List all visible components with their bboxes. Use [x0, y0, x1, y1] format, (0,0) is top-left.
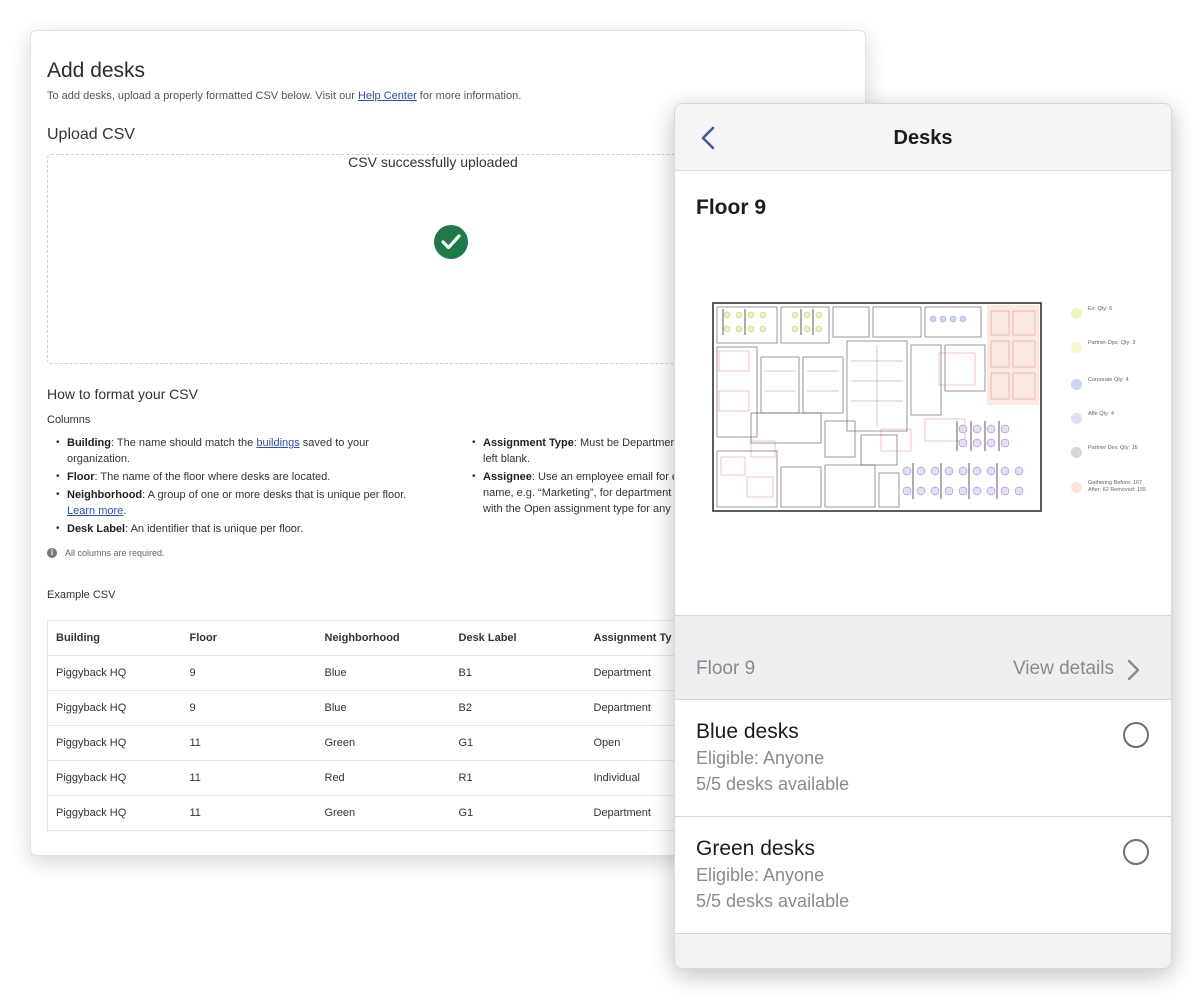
- intro-text-start: To add desks, upload a properly formatte…: [47, 90, 359, 102]
- table-cell: Piggyback HQ: [47, 760, 182, 796]
- legend-label: Gathering Before: 167 After: 62 Removed:…: [1088, 480, 1147, 493]
- column-desc: : An identifier that is unique per floor…: [125, 523, 304, 535]
- legend-label: Ex. Qty: 6: [1088, 306, 1113, 312]
- floor-plan-image[interactable]: [711, 301, 1043, 513]
- table-cell: G1: [450, 725, 586, 761]
- table-cell: 9: [181, 655, 317, 691]
- legend-item: Partner Ops. Qty: 3: [1071, 340, 1150, 353]
- column-desc: left blank.: [483, 453, 531, 465]
- legend-swatch: [1071, 447, 1082, 458]
- select-radio[interactable]: [1123, 839, 1149, 865]
- legend-swatch: [1071, 482, 1082, 493]
- list-item[interactable]: Blue desks Eligible: Anyone 5/5 desks av…: [675, 700, 1171, 817]
- table-cell: 11: [181, 795, 317, 831]
- column-building: Building: The name should match the buil…: [51, 435, 431, 467]
- mobile-desks-screen: Desks Floor 9 Ex. Qty: 6 Partner Ops. Qt…: [674, 103, 1172, 969]
- header-building: Building: [47, 620, 182, 656]
- column-neighborhood: Neighborhood: A group of one or more des…: [51, 487, 431, 519]
- legend-item: Gathering Before: 167 After: 62 Removed:…: [1071, 480, 1150, 494]
- table-cell: Piggyback HQ: [47, 690, 182, 726]
- table-cell: Piggyback HQ: [47, 655, 182, 691]
- table-cell: R1: [450, 760, 586, 796]
- legend-item: Partner Dev. Qty: 15: [1071, 445, 1150, 458]
- column-desc: : A group of one or more desks that is u…: [142, 489, 407, 501]
- success-check-icon: [434, 225, 468, 259]
- legend-label: Affe Qty: 4: [1088, 411, 1114, 417]
- columns-label: Columns: [47, 414, 91, 426]
- required-note: i All columns are required.: [47, 548, 165, 558]
- required-note-text: All columns are required.: [65, 548, 165, 558]
- learn-more-link[interactable]: Learn more: [67, 505, 123, 517]
- desk-name: Green desks: [696, 837, 816, 860]
- desk-availability: 5/5 desks available: [696, 774, 850, 794]
- legend-label: Partner Ops. Qty: 3: [1088, 340, 1136, 346]
- list-item[interactable]: Green desks Eligible: Anyone 5/5 desks a…: [675, 817, 1171, 934]
- desk-eligibility: Eligible: Anyone: [696, 865, 825, 885]
- legend-swatch: [1071, 379, 1082, 390]
- column-desk-label: Desk Label: An identifier that is unique…: [51, 521, 431, 537]
- detail-floor-label: Floor 9: [696, 658, 756, 679]
- column-name: Desk Label: [67, 523, 126, 535]
- column-desc: with the Open assignment type for any: [483, 503, 671, 515]
- desk-availability: 5/5 desks available: [696, 891, 850, 911]
- legend-swatch: [1071, 413, 1082, 424]
- legend-item: Ex. Qty: 6: [1071, 306, 1150, 319]
- column-name: Neighborhood: [67, 489, 143, 501]
- column-name: Assignment Type: [483, 437, 574, 449]
- column-desc: name, e.g. “Marketing”, for department: [483, 487, 672, 499]
- column-desc: .: [123, 505, 127, 517]
- columns-list-left: Building: The name should match the buil…: [51, 435, 431, 539]
- table-cell: Red: [316, 760, 451, 796]
- help-center-link[interactable]: Help Center: [358, 90, 417, 102]
- nav-bar: Desks: [675, 104, 1171, 171]
- table-cell: 11: [181, 725, 317, 761]
- legend-item: Corporate Qty: 4: [1071, 377, 1150, 390]
- header-floor: Floor: [181, 620, 317, 656]
- info-icon: i: [47, 548, 57, 558]
- table-cell: G1: [450, 795, 586, 831]
- floor-title: Floor 9: [696, 196, 767, 219]
- column-floor: Floor: The name of the floor where desks…: [51, 469, 431, 485]
- nav-title: Desks: [893, 127, 953, 149]
- column-desc: : The name of the floor where desks are …: [94, 471, 331, 483]
- legend-label: Partner Dev. Qty: 15: [1088, 445, 1138, 451]
- column-name: Floor: [67, 471, 95, 483]
- legend-item: Affe Qty: 4: [1071, 411, 1150, 424]
- legend-swatch: [1071, 308, 1082, 319]
- header-neighborhood: Neighborhood: [316, 620, 451, 656]
- column-name: Building: [67, 437, 111, 449]
- desk-eligibility: Eligible: Anyone: [696, 748, 825, 768]
- table-cell: B2: [450, 690, 586, 726]
- column-desc: : The name should match the: [111, 437, 257, 449]
- header-desk-label: Desk Label: [450, 620, 586, 656]
- upload-status-text: CSV successfully uploaded: [348, 154, 518, 170]
- chevron-right-icon: [1127, 659, 1140, 681]
- table-cell: Piggyback HQ: [47, 725, 182, 761]
- table-cell: Blue: [316, 690, 451, 726]
- intro-text: To add desks, upload a properly formatte…: [47, 90, 521, 102]
- table-cell: Green: [316, 795, 451, 831]
- upload-csv-title: Upload CSV: [47, 126, 136, 143]
- view-details-link[interactable]: View details: [1013, 658, 1114, 680]
- legend-label: Corporate Qty: 4: [1088, 377, 1129, 383]
- format-title: How to format your CSV: [47, 386, 198, 402]
- intro-text-end: for more information.: [416, 90, 522, 102]
- table-cell: Piggyback HQ: [47, 795, 182, 831]
- column-desc: : Use an employee email for e: [531, 471, 679, 483]
- column-name: Assignee: [483, 471, 532, 483]
- floor-map-card: Floor 9 Ex. Qty: 6 Partner Ops. Qty: 3 C…: [675, 171, 1171, 616]
- table-cell: B1: [450, 655, 586, 691]
- table-cell: 9: [181, 690, 317, 726]
- desk-name: Blue desks: [696, 720, 799, 743]
- table-cell: 11: [181, 760, 317, 796]
- table-cell: Blue: [316, 655, 451, 691]
- legend-swatch: [1071, 342, 1082, 353]
- table-cell: Green: [316, 725, 451, 761]
- column-desc: : Must be Departmen: [573, 437, 677, 449]
- select-radio[interactable]: [1123, 722, 1149, 748]
- example-csv-label: Example CSV: [47, 589, 116, 601]
- page-title: Add desks: [47, 59, 146, 82]
- floor-detail-row[interactable]: Floor 9 View details: [675, 616, 1171, 700]
- buildings-link[interactable]: buildings: [256, 437, 299, 449]
